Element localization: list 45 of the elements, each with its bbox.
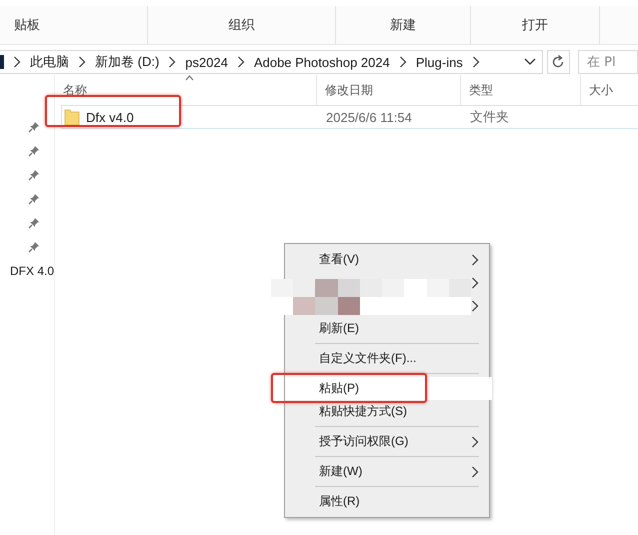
chevron-icon — [13, 56, 21, 68]
folder-icon — [64, 108, 80, 126]
chevron-icon — [78, 56, 86, 68]
file-row[interactable]: Dfx v4.0 2025/6/6 11:54 文件夹 — [61, 105, 638, 129]
pin-icon[interactable] — [28, 120, 40, 134]
dropdown-icon[interactable] — [524, 58, 536, 66]
menu-item[interactable]: 粘贴(P) — [285, 377, 492, 400]
ribbon-group-label: 打开 — [471, 6, 600, 44]
chevron-icon — [236, 56, 245, 68]
refresh-icon[interactable] — [546, 50, 570, 74]
address-bar[interactable]: 此电脑 新加卷 (D:) ps2024 Adobe Photoshop 2024 Plug-ins — [0, 50, 543, 74]
breadcrumb-item[interactable]: Adobe Photoshop 2024 — [254, 54, 390, 70]
breadcrumb-item[interactable]: Plug-ins — [416, 54, 463, 70]
file-name: Dfx v4.0 — [86, 110, 134, 124]
menu-item[interactable]: 属性(R) — [285, 490, 489, 513]
nav-item[interactable]: DFX 4.0 — [10, 264, 54, 278]
pin-icon[interactable] — [28, 216, 40, 230]
pin-icon[interactable] — [28, 192, 40, 206]
chevron-icon — [398, 56, 407, 68]
menu-item[interactable]: 查看(V) — [285, 248, 489, 271]
breadcrumb-item[interactable]: 新加卷 (D:) — [95, 53, 160, 71]
menu-item[interactable]: 自定义文件夹(F)... — [285, 347, 489, 370]
breadcrumb-item[interactable]: 此电脑 — [30, 53, 69, 71]
pin-icon[interactable] — [28, 240, 40, 254]
menu-item[interactable]: 刷新(E) — [285, 317, 489, 340]
ribbon-group-label: 新建 — [336, 6, 471, 44]
file-type: 文件夹 — [469, 108, 510, 126]
menu-item[interactable]: 粘贴快捷方式(S) — [285, 400, 489, 423]
search-field[interactable]: 在 Pl — [578, 50, 638, 74]
menu-item[interactable]: 新建(W) — [285, 460, 489, 483]
sort-caret-icon — [185, 75, 194, 81]
column-header[interactable]: 名称 — [55, 75, 318, 105]
breadcrumb-item[interactable]: ps2024 — [185, 54, 228, 70]
column-header[interactable]: 修改日期 — [317, 75, 462, 105]
chevron-icon — [472, 56, 480, 68]
ribbon-group-label: 贴板 — [0, 6, 148, 44]
menu-item[interactable]: 授予访问权限(G) — [285, 430, 489, 453]
pin-icon[interactable] — [28, 144, 40, 158]
ribbon-group-label: 组织 — [148, 6, 336, 44]
pin-icon[interactable] — [28, 168, 40, 182]
drive-icon — [0, 55, 4, 69]
chevron-icon — [168, 56, 176, 68]
column-header[interactable]: 类型 — [461, 75, 582, 105]
file-date: 2025/6/6 11:54 — [325, 110, 413, 124]
column-header[interactable]: 大小 — [581, 75, 638, 105]
